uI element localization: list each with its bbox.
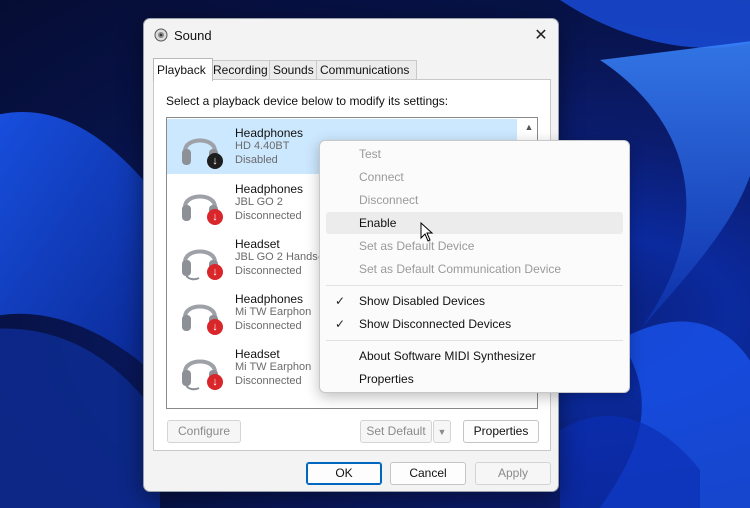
tab-recording[interactable]: Recording <box>209 60 273 80</box>
menu-item-properties[interactable]: Properties <box>326 368 623 390</box>
menu-item-connect[interactable]: Connect <box>326 166 623 188</box>
checkmark-icon: ✓ <box>335 294 346 308</box>
apply-button[interactable]: Apply <box>475 462 551 485</box>
disconnected-badge-icon: ↓ <box>207 264 223 280</box>
disconnected-badge-icon: ↓ <box>207 319 223 335</box>
device-status: Disconnected <box>235 375 302 387</box>
device-name: Headphones <box>235 182 304 196</box>
ok-button[interactable]: OK <box>306 462 382 485</box>
set-default-button[interactable]: Set Default <box>360 420 432 443</box>
disconnected-badge-icon: ↓ <box>207 374 223 390</box>
device-name: Headset <box>235 347 280 361</box>
instruction-text: Select a playback device below to modify… <box>166 94 449 108</box>
device-model: JBL GO 2 Hands- <box>235 251 322 263</box>
menu-item-set-default-device[interactable]: Set as Default Device <box>326 235 623 257</box>
set-default-dropdown[interactable]: ▼ <box>433 420 451 443</box>
menu-separator <box>326 285 623 286</box>
menu-item-set-default-communication-device[interactable]: Set as Default Communication Device <box>326 258 623 280</box>
device-status: Disconnected <box>235 320 302 332</box>
context-menu: Test Connect Disconnect Enable Set as De… <box>319 140 630 393</box>
menu-item-disconnect[interactable]: Disconnect <box>326 189 623 211</box>
device-status: Disconnected <box>235 210 302 222</box>
disconnected-badge-icon: ↓ <box>207 209 223 225</box>
menu-item-test[interactable]: Test <box>326 143 623 165</box>
menu-item-enable[interactable]: Enable <box>326 212 623 234</box>
menu-item-show-disabled-devices[interactable]: ✓ Show Disabled Devices <box>326 290 623 312</box>
tab-playback[interactable]: Playback <box>153 58 213 81</box>
title-bar[interactable]: Sound ✕ <box>144 19 558 51</box>
tab-sounds[interactable]: Sounds <box>269 60 320 80</box>
chevron-down-icon: ▼ <box>437 427 447 437</box>
device-status: Disconnected <box>235 265 302 277</box>
properties-button[interactable]: Properties <box>463 420 539 443</box>
menu-separator <box>326 340 623 341</box>
tab-communications[interactable]: Communications <box>316 60 417 80</box>
device-status: Disabled <box>235 154 278 166</box>
disabled-badge-icon: ↓ <box>207 153 223 169</box>
close-button[interactable]: ✕ <box>530 25 552 47</box>
menu-item-about-midi-synthesizer[interactable]: About Software MIDI Synthesizer <box>326 345 623 367</box>
cancel-button[interactable]: Cancel <box>390 462 466 485</box>
device-model: Mi TW Earphon <box>235 306 312 318</box>
window-title: Sound <box>174 28 212 43</box>
device-name: Headset <box>235 237 280 251</box>
device-name: Headphones <box>235 292 304 306</box>
checkmark-icon: ✓ <box>335 317 346 331</box>
scroll-up-arrow[interactable]: ▲ <box>523 122 535 134</box>
device-name: Headphones <box>235 126 304 140</box>
mouse-cursor-icon <box>420 222 434 242</box>
configure-button[interactable]: Configure <box>167 420 241 443</box>
device-model: HD 4.40BT <box>235 140 290 152</box>
speaker-icon <box>154 28 168 42</box>
device-model: JBL GO 2 <box>235 196 283 208</box>
menu-item-show-disconnected-devices[interactable]: ✓ Show Disconnected Devices <box>326 313 623 335</box>
device-model: Mi TW Earphon <box>235 361 312 373</box>
